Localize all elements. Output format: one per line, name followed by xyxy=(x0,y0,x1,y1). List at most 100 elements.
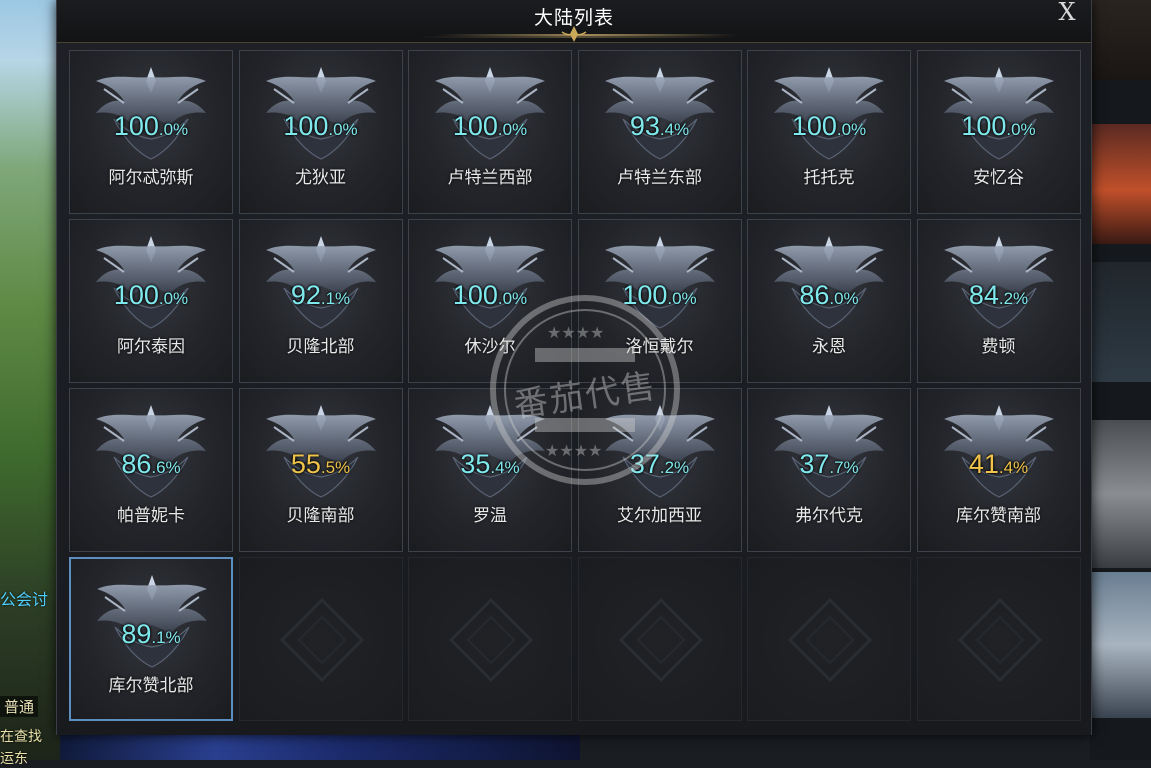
completion-percentage: 93.4% xyxy=(579,111,741,142)
completion-decimal: .0% xyxy=(667,289,697,308)
continent-card[interactable]: 100.0% 洛恒戴尔 xyxy=(577,219,742,383)
continent-name: 休沙尔 xyxy=(464,337,516,357)
completion-integer: 92 xyxy=(290,280,321,310)
completion-percentage: 55.5% xyxy=(240,449,402,480)
empty-slot-ornament-icon xyxy=(957,597,1042,683)
title-bar: 大陆列表 X xyxy=(57,0,1091,43)
empty-continent-slot xyxy=(916,557,1081,721)
continent-card[interactable]: 100.0% 安忆谷 xyxy=(916,50,1081,214)
continent-name: 费顿 xyxy=(981,337,1016,357)
chat-line-2: 运东 xyxy=(0,751,28,767)
completion-percentage: 37.2% xyxy=(579,449,741,480)
completion-decimal: .4% xyxy=(998,458,1029,477)
title-ornament-icon xyxy=(561,26,587,42)
continent-grid: 100.0% 阿尔忒弥斯 100.0% 尤狄亚 100.0% 卢特兰西部 93.… xyxy=(69,50,1081,721)
empty-continent-slot xyxy=(238,557,403,721)
completion-integer: 41 xyxy=(968,449,999,479)
continent-card[interactable]: 41.4% 库尔赞南部 xyxy=(916,388,1081,552)
right-panel-thumb xyxy=(1090,420,1151,568)
completion-percentage: 86.0% xyxy=(748,280,910,311)
completion-integer: 100 xyxy=(452,111,498,141)
completion-integer: 100 xyxy=(961,111,1007,141)
completion-percentage: 41.4% xyxy=(918,449,1080,480)
close-button[interactable]: X xyxy=(1054,0,1080,26)
completion-integer: 37 xyxy=(799,449,830,479)
completion-percentage: 100.0% xyxy=(70,111,232,142)
continent-name: 洛恒戴尔 xyxy=(625,337,694,357)
completion-integer: 100 xyxy=(283,111,329,141)
empty-slot-ornament-icon xyxy=(787,597,873,683)
completion-percentage: 100.0% xyxy=(240,111,402,142)
completion-percentage: 84.2% xyxy=(918,280,1080,311)
completion-integer: 100 xyxy=(622,280,668,310)
right-panel-thumb xyxy=(1090,0,1151,80)
completion-percentage: 89.1% xyxy=(71,619,231,650)
empty-continent-slot xyxy=(747,557,911,721)
completion-integer: 93 xyxy=(629,111,660,141)
background-scene-bottom xyxy=(60,735,580,760)
continent-card[interactable]: 89.1% 库尔赞北部 xyxy=(69,557,233,721)
continent-name: 阿尔忒弥斯 xyxy=(108,168,194,188)
chat-channel-label: 普通 xyxy=(0,696,39,717)
completion-decimal: .2% xyxy=(998,289,1029,308)
completion-percentage: 92.1% xyxy=(240,280,402,311)
completion-decimal: .0% xyxy=(497,120,528,139)
completion-integer: 37 xyxy=(629,449,660,479)
continent-name: 贝隆南部 xyxy=(286,506,355,526)
continent-card[interactable]: 100.0% 休沙尔 xyxy=(408,219,572,383)
background-scene-right xyxy=(1090,0,1151,760)
background-scene-left xyxy=(0,0,60,760)
continent-card[interactable]: 37.2% 艾尔加西亚 xyxy=(577,388,742,552)
continent-card[interactable]: 84.2% 费顿 xyxy=(916,219,1081,383)
continent-card[interactable]: 93.4% 卢特兰东部 xyxy=(577,50,742,214)
continent-card[interactable]: 100.0% 托托克 xyxy=(747,50,911,214)
completion-decimal: .1% xyxy=(320,289,351,308)
completion-percentage: 100.0% xyxy=(409,280,571,311)
continent-card[interactable]: 37.7% 弗尔代克 xyxy=(747,388,911,552)
right-panel-thumb xyxy=(1090,262,1151,382)
completion-integer: 35 xyxy=(460,449,491,479)
continent-card[interactable]: 86.6% 帕普妮卡 xyxy=(69,388,233,552)
continent-name: 艾尔加西亚 xyxy=(617,506,702,526)
continent-name: 卢特兰西部 xyxy=(447,168,533,188)
continent-name: 罗温 xyxy=(473,506,507,526)
continent-card[interactable]: 100.0% 卢特兰西部 xyxy=(408,50,572,214)
continent-name: 卢特兰东部 xyxy=(617,168,702,188)
empty-continent-slot xyxy=(577,557,742,721)
completion-decimal: .0% xyxy=(829,289,859,308)
empty-slot-ornament-icon xyxy=(279,597,364,683)
completion-decimal: .4% xyxy=(659,120,690,139)
continent-list-window: 大陆列表 X 100.0% 阿尔忒弥斯 100.0% 尤狄亚 100.0% 卢特… xyxy=(56,0,1092,735)
continent-name: 阿尔泰因 xyxy=(117,337,185,357)
continent-name: 托托克 xyxy=(803,168,855,188)
empty-slot-ornament-icon xyxy=(618,597,703,683)
completion-decimal: .0% xyxy=(497,289,528,308)
completion-percentage: 100.0% xyxy=(70,280,232,311)
completion-decimal: .0% xyxy=(158,289,189,308)
continent-card[interactable]: 100.0% 阿尔泰因 xyxy=(69,219,233,383)
continent-card[interactable]: 100.0% 尤狄亚 xyxy=(238,50,403,214)
completion-decimal: .0% xyxy=(158,120,189,139)
completion-decimal: .2% xyxy=(659,458,690,477)
completion-integer: 84 xyxy=(968,280,999,310)
continent-name: 永恩 xyxy=(812,337,846,357)
continent-card[interactable]: 55.5% 贝隆南部 xyxy=(238,388,403,552)
completion-decimal: .7% xyxy=(829,458,859,477)
continent-name: 弗尔代克 xyxy=(795,506,863,526)
completion-decimal: .0% xyxy=(1006,120,1036,139)
continent-card[interactable]: 100.0% 阿尔忒弥斯 xyxy=(69,50,233,214)
completion-percentage: 100.0% xyxy=(409,111,571,142)
empty-continent-slot xyxy=(408,557,572,721)
completion-decimal: .5% xyxy=(320,458,351,477)
completion-integer: 100 xyxy=(452,280,498,310)
guild-chat-label: 公会讨 xyxy=(0,590,49,609)
continent-card[interactable]: 35.4% 罗温 xyxy=(408,388,572,552)
right-panel-thumb xyxy=(1090,124,1151,244)
continent-card[interactable]: 86.0% 永恩 xyxy=(747,219,911,383)
continent-name: 安忆谷 xyxy=(973,168,1024,188)
completion-percentage: 35.4% xyxy=(409,449,571,480)
completion-decimal: .6% xyxy=(151,458,181,477)
continent-card[interactable]: 92.1% 贝隆北部 xyxy=(238,219,403,383)
completion-integer: 100 xyxy=(113,111,159,141)
completion-decimal: .0% xyxy=(328,120,358,139)
